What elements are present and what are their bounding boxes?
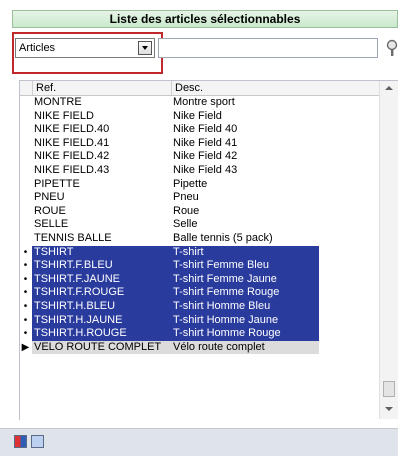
selected-row-icon: • bbox=[23, 260, 28, 272]
cell-desc: Nike Field 40 bbox=[173, 123, 238, 136]
vertical-scrollbar[interactable] bbox=[379, 81, 398, 419]
cell-ref: TSHIRT.H.JAUNE bbox=[32, 313, 172, 328]
cell-ref: NIKE FIELD.42 bbox=[34, 150, 110, 163]
cell-ref: TSHIRT.H.ROUGE bbox=[32, 327, 172, 341]
panel-title: Liste des articles sélectionnables bbox=[12, 10, 398, 28]
cell-desc: T-shirt Femme Rouge bbox=[171, 286, 319, 300]
article-type-combo[interactable]: Articles bbox=[15, 38, 155, 58]
article-grid: Ref. Desc. MONTRE Montre sport NIKE FIELD N… bbox=[19, 80, 398, 420]
column-header-desc[interactable]: Desc. bbox=[171, 81, 379, 95]
scroll-thumb[interactable] bbox=[383, 381, 395, 397]
table-row[interactable]: TENNIS BALLE Balle tennis (5 pack) bbox=[20, 232, 379, 246]
table-row[interactable]: NIKE FIELD.41 Nike Field 41 bbox=[20, 137, 379, 151]
cell-desc: T-shirt Homme Bleu bbox=[171, 299, 319, 314]
table-row[interactable]: • TSHIRT T-shirt bbox=[20, 245, 379, 260]
selected-row-icon: • bbox=[23, 273, 28, 285]
cell-ref: TSHIRT.H.BLEU bbox=[32, 299, 172, 314]
chevron-down-icon[interactable] bbox=[138, 41, 152, 55]
table-row[interactable]: • TSHIRT.F.BLEU T-shirt Femme Bleu bbox=[20, 259, 379, 273]
cell-desc: Nike Field bbox=[173, 109, 222, 122]
cell-desc: T-shirt Femme Bleu bbox=[171, 259, 319, 273]
table-row[interactable]: PNEU Pneu bbox=[20, 191, 379, 205]
row-marker bbox=[20, 191, 31, 205]
row-marker bbox=[20, 218, 31, 232]
table-row[interactable]: • TSHIRT.F.JAUNE T-shirt Femme Jaune bbox=[20, 272, 379, 287]
row-marker bbox=[20, 110, 31, 124]
window-tab-icon[interactable] bbox=[31, 435, 44, 448]
cell-ref: ROUE bbox=[34, 204, 66, 217]
cell-ref: NIKE FIELD.40 bbox=[34, 123, 110, 136]
column-header-ref[interactable]: Ref. bbox=[32, 81, 171, 95]
selected-row-icon: • bbox=[23, 328, 28, 340]
cell-desc: Selle bbox=[173, 218, 198, 231]
table-row[interactable]: ▶ VELO ROUTE COMPLET Vélo route complet bbox=[20, 340, 379, 355]
cell-desc: Roue bbox=[173, 204, 200, 217]
cell-ref: PIPETTE bbox=[34, 177, 80, 190]
cell-ref: TSHIRT.F.JAUNE bbox=[32, 272, 172, 287]
row-marker bbox=[20, 205, 31, 219]
scroll-down-icon[interactable] bbox=[385, 407, 393, 411]
cell-desc: Nike Field 41 bbox=[173, 136, 238, 149]
cell-desc: Nike Field 42 bbox=[173, 150, 238, 163]
row-marker bbox=[20, 123, 31, 137]
cell-ref: NIKE FIELD bbox=[34, 109, 94, 122]
cell-ref: NIKE FIELD.41 bbox=[34, 136, 110, 149]
cell-desc: Pneu bbox=[173, 191, 199, 204]
cell-desc: Nike Field 43 bbox=[173, 163, 238, 176]
cell-ref: SELLE bbox=[34, 218, 69, 231]
scroll-up-icon[interactable] bbox=[385, 86, 393, 90]
row-marker bbox=[20, 178, 31, 192]
table-row[interactable]: • TSHIRT.H.JAUNE T-shirt Homme Jaune bbox=[20, 313, 379, 328]
table-row[interactable]: ROUE Roue bbox=[20, 205, 379, 219]
cell-desc: Vélo route complet bbox=[171, 340, 319, 355]
cell-desc: Montre sport bbox=[173, 96, 235, 108]
cell-desc: T-shirt Homme Jaune bbox=[171, 313, 319, 328]
cell-ref: NIKE FIELD.43 bbox=[34, 163, 110, 176]
cell-ref: TSHIRT.F.BLEU bbox=[32, 259, 172, 273]
current-row-icon: ▶ bbox=[21, 341, 30, 353]
selected-row-icon: • bbox=[23, 287, 28, 299]
row-marker bbox=[20, 96, 31, 110]
table-row[interactable]: PIPETTE Pipette bbox=[20, 178, 379, 192]
row-marker bbox=[20, 150, 31, 164]
cell-ref: VELO ROUTE COMPLET bbox=[32, 340, 172, 355]
selected-row-icon: • bbox=[23, 246, 28, 258]
marker-header bbox=[20, 81, 32, 95]
selected-row-icon: • bbox=[23, 314, 28, 326]
row-marker bbox=[20, 232, 31, 246]
grid-header: Ref. Desc. bbox=[20, 81, 379, 96]
cell-desc: T-shirt Femme Jaune bbox=[171, 272, 319, 287]
table-row[interactable]: • TSHIRT.H.BLEU T-shirt Homme Bleu bbox=[20, 299, 379, 314]
table-row[interactable]: NIKE FIELD Nike Field bbox=[20, 110, 379, 124]
view-tab-icon[interactable] bbox=[14, 435, 27, 448]
table-row[interactable]: NIKE FIELD.43 Nike Field 43 bbox=[20, 164, 379, 178]
cell-desc: Pipette bbox=[173, 177, 208, 190]
table-row[interactable]: SELLE Selle bbox=[20, 218, 379, 232]
table-row[interactable]: MONTRE Montre sport bbox=[20, 96, 379, 110]
cell-ref: TSHIRT bbox=[32, 245, 172, 260]
search-icon[interactable] bbox=[385, 38, 398, 58]
cell-ref: TENNIS BALLE bbox=[34, 231, 112, 244]
row-marker bbox=[20, 164, 31, 178]
combo-value: Articles bbox=[19, 42, 56, 54]
article-selection-panel: Liste des articles sélectionnables Artic… bbox=[0, 0, 398, 456]
cell-desc: T-shirt Homme Rouge bbox=[171, 327, 319, 341]
filter-row: Articles bbox=[12, 32, 398, 74]
table-row[interactable]: NIKE FIELD.42 Nike Field 42 bbox=[20, 150, 379, 164]
table-row[interactable]: • TSHIRT.H.ROUGE T-shirt Homme Rouge bbox=[20, 327, 379, 341]
table-row[interactable]: • TSHIRT.F.ROUGE T-shirt Femme Rouge bbox=[20, 286, 379, 300]
cell-ref: MONTRE bbox=[34, 96, 82, 108]
row-marker bbox=[20, 137, 31, 151]
cell-ref: TSHIRT.F.ROUGE bbox=[32, 286, 172, 300]
cell-desc: T-shirt bbox=[171, 245, 319, 260]
selected-row-icon: • bbox=[23, 300, 28, 312]
table-row[interactable]: NIKE FIELD.40 Nike Field 40 bbox=[20, 123, 379, 137]
bottom-toolbar bbox=[0, 428, 398, 456]
search-input[interactable] bbox=[158, 38, 378, 58]
cell-desc: Balle tennis (5 pack) bbox=[173, 231, 273, 244]
cell-ref: PNEU bbox=[34, 191, 65, 204]
grid-rows: MONTRE Montre sport NIKE FIELD Nike Field NI… bbox=[20, 96, 379, 355]
